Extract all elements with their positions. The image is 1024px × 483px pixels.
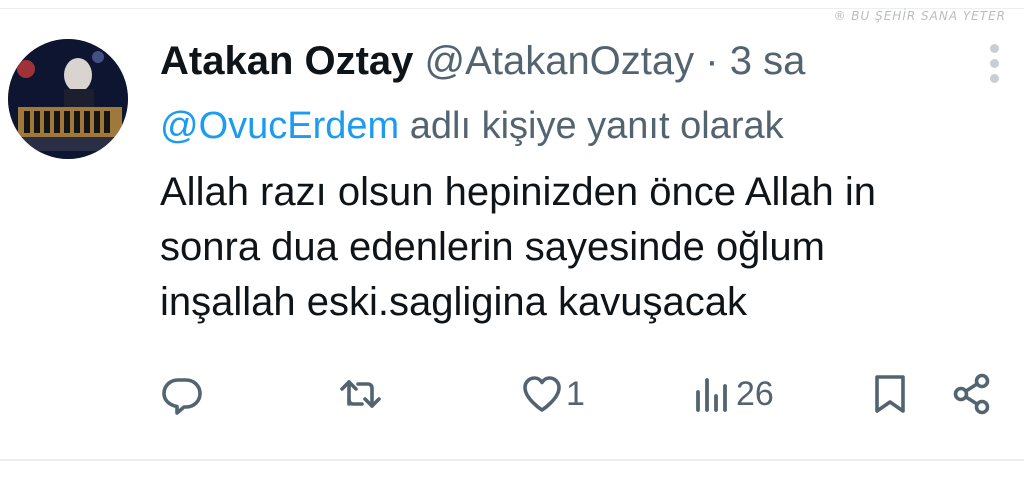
bookmark-button[interactable]: [868, 370, 912, 418]
reply-mention[interactable]: @OvucErdem: [160, 105, 399, 147]
more-options-icon[interactable]: [985, 44, 1003, 84]
tweet-text-line: inşallah eski.sagligina kavuşacak: [160, 280, 747, 324]
tweet-text-line: Allah razı olsun hepinizden önce Allah i…: [160, 170, 877, 214]
retweet-button[interactable]: [338, 370, 382, 418]
tweet-text: Allah razı olsun hepinizden önce Allah i…: [160, 165, 1010, 330]
views-count: 26: [736, 374, 774, 413]
tweet-text-line: sonra dua edenlerin sayesinde oğlum: [160, 225, 825, 269]
avatar-image: [8, 39, 128, 159]
like-count: 1: [566, 374, 585, 413]
reply-icon: [162, 378, 202, 415]
tweet-header: Atakan Oztay @AtakanOztay · 3 sa: [160, 33, 805, 89]
avatar[interactable]: [8, 39, 128, 159]
watermark: ® BU ŞEHİR SANA YETER: [833, 9, 1006, 23]
like-button[interactable]: 1: [520, 370, 585, 418]
reply-button[interactable]: [160, 370, 204, 418]
views-button[interactable]: 26: [690, 370, 774, 418]
author-handle[interactable]: @AtakanOztay: [425, 39, 695, 83]
separator-dot: ·: [705, 39, 719, 83]
heart-icon: [523, 376, 561, 412]
share-icon: [953, 373, 990, 415]
timestamp[interactable]: 3 sa: [730, 39, 806, 83]
views-icon: [696, 378, 727, 412]
reply-context: @OvucErdem adlı kişiye yanıt olarak: [160, 98, 784, 154]
bookmark-icon: [875, 375, 905, 413]
reply-suffix: adlı kişiye yanıt olarak: [399, 105, 784, 147]
share-button[interactable]: [950, 370, 994, 418]
bottom-divider: [0, 459, 1024, 461]
retweet-icon: [340, 380, 381, 408]
author-name[interactable]: Atakan Oztay: [160, 39, 413, 83]
